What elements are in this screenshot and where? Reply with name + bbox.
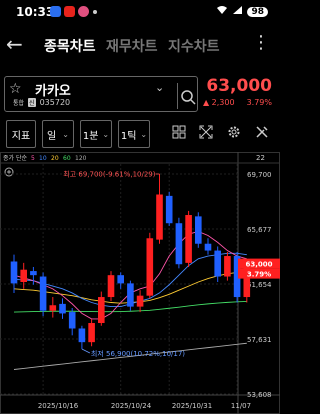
ma-legend-period: 20: [51, 155, 59, 162]
candle-body: [165, 195, 173, 224]
candle-body: [20, 269, 27, 283]
status-bar: 10:33 98: [0, 0, 280, 26]
wifi-icon: [216, 5, 228, 18]
back-arrow-icon[interactable]: ←: [6, 32, 23, 56]
stock-code: 035720: [39, 98, 71, 107]
search-icon[interactable]: [177, 83, 196, 109]
candle-body: [78, 328, 86, 343]
period-select[interactable]: 일 ⌄: [42, 120, 74, 148]
candle-body: [39, 276, 47, 311]
price-chart[interactable]: 종가 단순 5 10 20 60 120 22 69,700 65,677 61,654 57,63…: [0, 152, 280, 414]
ma-legend-period: 120: [75, 155, 87, 162]
candle-body: [49, 305, 57, 311]
current-price: 63,000: [206, 76, 272, 96]
stock-code-row: 통합 신 035720: [13, 98, 70, 107]
more-notifications-icon: [93, 10, 97, 14]
chevron-down-icon: ⌄: [62, 129, 69, 139]
favorite-star-icon[interactable]: ☆: [9, 81, 22, 97]
app-notification-icon: [78, 6, 89, 17]
credit-tag: 신: [28, 98, 36, 107]
y-tick-label: 69,700: [247, 171, 272, 179]
ma-legend-period: 10: [39, 155, 47, 162]
candle-body: [117, 275, 124, 284]
tick-label: 1틱: [120, 130, 137, 142]
candle-body: [146, 238, 154, 296]
x-tick-label: 11/07: [231, 402, 251, 410]
candle-body: [224, 256, 231, 277]
youtube-notification-icon: [64, 6, 75, 17]
minute-label: 1분: [82, 130, 99, 142]
more-menu-icon[interactable]: ⋮: [252, 32, 270, 53]
status-right: 98: [216, 5, 268, 18]
candle-body: [68, 312, 76, 329]
top-right-label: 22: [256, 154, 265, 162]
ma-legend-period: 60: [63, 155, 71, 162]
ma-legend-period: 5: [31, 155, 35, 162]
low-marker: [81, 348, 91, 354]
tab-index-chart[interactable]: 지수차트: [168, 36, 220, 56]
top-navigation: ← 종목차트 재무차트 지수차트 ⋮: [0, 28, 280, 64]
candle-body: [10, 261, 18, 284]
signal-icon: [232, 5, 243, 18]
x-tick-label: 2025/10/16: [38, 402, 79, 410]
y-tick-label: 53,608: [247, 391, 272, 399]
candle-body: [59, 303, 66, 314]
y-tick-label: 61,654: [247, 281, 272, 289]
candle-body: [214, 250, 221, 277]
y-tick-label: 57,631: [247, 336, 272, 344]
price-change-row: ▲ 2,300 3.79%: [203, 98, 272, 107]
candle-body: [30, 271, 37, 276]
period-label: 일: [47, 130, 57, 142]
tab-financial-chart[interactable]: 재무차트: [106, 36, 158, 56]
chevron-down-icon[interactable]: ⌄: [155, 81, 164, 94]
y-tick-label: 65,677: [247, 226, 272, 234]
candle-body: [127, 283, 134, 307]
market-tag: 통합: [13, 100, 25, 107]
status-time: 10:33: [16, 5, 55, 19]
expand-icon[interactable]: [199, 125, 213, 143]
current-pct-badge-label: 3.79%: [247, 271, 271, 279]
stock-selector[interactable]: ☆ 카카오 ⌄ 통합 신 035720: [4, 76, 198, 112]
candle-body: [98, 297, 105, 324]
tools-icon[interactable]: [255, 125, 269, 143]
chevron-down-icon: ⌄: [102, 129, 110, 139]
x-tick-label: 2025/10/31: [172, 402, 212, 410]
stock-info-bar: ☆ 카카오 ⌄ 통합 신 035720 63,000 ▲ 2,300 3.79%: [0, 70, 280, 114]
settings-gear-icon[interactable]: [227, 125, 241, 143]
candle-body: [156, 194, 163, 240]
minute-select[interactable]: 1분 ⌄: [80, 120, 112, 148]
candle-body: [195, 216, 202, 244]
low-annotation: 최저 56,900(10.72%,10/17): [91, 349, 185, 358]
tab-stock-chart[interactable]: 종목차트: [44, 36, 96, 56]
indicator-button[interactable]: 지표: [6, 120, 36, 148]
candle-body: [107, 275, 115, 298]
ma-legend-label: 종가 단순: [3, 154, 27, 162]
message-notification-icon: [50, 6, 61, 17]
chevron-down-icon: ⌄: [140, 129, 148, 139]
price-change-percent: 3.79%: [246, 98, 272, 107]
chart-toolbar: 지표 일 ⌄ 1분 ⌄ 1틱 ⌄: [0, 118, 280, 152]
tick-select[interactable]: 1틱 ⌄: [118, 120, 150, 148]
stock-name: 카카오: [35, 84, 71, 99]
layout-grid-icon[interactable]: [172, 125, 186, 143]
price-change: ▲ 2,300: [202, 98, 235, 107]
candle-body: [175, 223, 183, 265]
candle-body: [185, 215, 192, 263]
current-price-badge-label: 63,000: [245, 261, 272, 269]
candle-body: [136, 295, 144, 307]
candle-body: [88, 323, 95, 343]
candle-body: [204, 243, 212, 251]
x-tick-label: 2025/10/24: [111, 402, 152, 410]
battery-indicator: 98: [247, 6, 268, 17]
high-annotation: 최고 69,700(-9.61%,10/29): [63, 170, 155, 179]
